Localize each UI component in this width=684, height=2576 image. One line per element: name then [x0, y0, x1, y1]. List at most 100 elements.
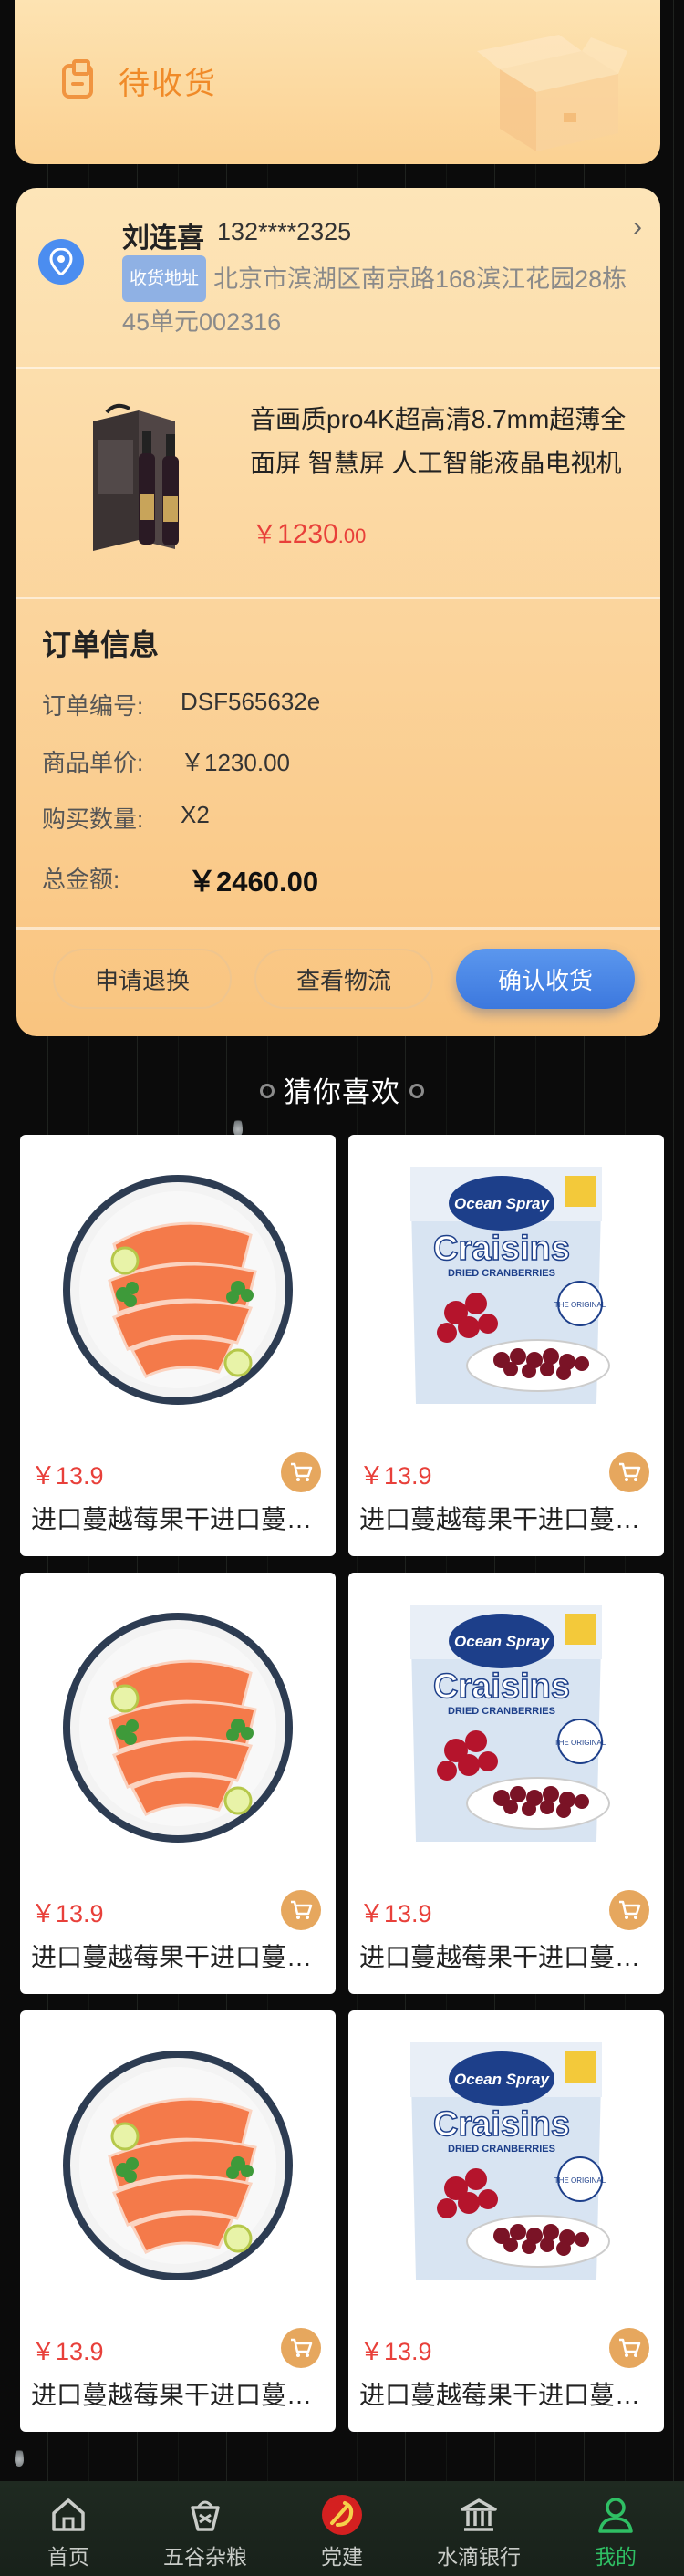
product-card-price: ￥13.9 [31, 1462, 104, 1490]
product-card-name[interactable]: 进口蔓越莓果干进口蔓越莓果干 [31, 1500, 325, 1536]
home-icon [5, 2492, 132, 2538]
cart-icon [291, 2338, 313, 2357]
product-card[interactable]: ￥13.9 进口蔓越莓果干进口蔓越莓果干 [20, 1573, 336, 1994]
recommend-title: 猜你喜欢 [0, 1069, 684, 1110]
product-card-price: ￥13.9 [359, 1462, 432, 1490]
craisins-product-image: Ocean Spray Craisins DRIED CRANBERRIES T… [410, 1605, 610, 1842]
svg-text:Ocean Spray: Ocean Spray [454, 2071, 550, 2088]
unit-price-label: 商品单价: [42, 749, 144, 776]
bank-icon [415, 2492, 543, 2538]
svg-text:Ocean Spray: Ocean Spray [454, 1195, 550, 1212]
product-card-name[interactable]: 进口蔓越莓果干进口蔓越莓果干 [31, 1937, 325, 1974]
tab-party[interactable]: 党建 [278, 2481, 406, 2571]
product-thumb[interactable]: Ocean Spray Craisins DRIED CRANBERRIES T… [348, 1573, 664, 1883]
cart-icon [619, 1462, 641, 1481]
address-block[interactable]: 收货地址 北京市滨湖区南京路168滨江花园28栋45单元002316 [122, 255, 651, 343]
product-card-name[interactable]: 进口蔓越莓果干进口蔓越莓果干 [31, 2375, 325, 2412]
divider [16, 927, 660, 930]
total-label: 总金额: [42, 866, 120, 893]
tab-label: 我的 [595, 2545, 637, 2569]
product-thumb[interactable]: Ocean Spray Craisins DRIED CRANBERRIES T… [348, 1135, 664, 1445]
order-detail-card: 刘连喜 132****2325 › 收货地址 北京市滨湖区南京路168滨江花园28… [16, 188, 660, 1036]
salmon-product-image [63, 1175, 293, 1405]
chevron-right-icon[interactable]: › [633, 212, 642, 243]
total-row: 总金额: ￥2460.00 [42, 861, 318, 898]
product-card-price: ￥13.9 [31, 2338, 104, 2365]
confirm-receipt-button[interactable]: 确认收货 [456, 949, 635, 1009]
svg-text:DRIED CRANBERRIES: DRIED CRANBERRIES [448, 1268, 555, 1279]
price-integer: 1230 [277, 519, 338, 549]
quantity-label: 购买数量: [42, 805, 144, 833]
bottom-tab-bar: 首页 五谷杂粮 党建 水滴银行 我的 [0, 2481, 684, 2576]
ornament-icon [409, 1084, 424, 1098]
add-to-cart-button[interactable] [609, 1890, 649, 1930]
product-thumb[interactable] [20, 2010, 336, 2321]
product-thumb[interactable] [20, 1135, 336, 1445]
svg-text:Ocean Spray: Ocean Spray [454, 1633, 550, 1650]
quantity-value: X2 [181, 801, 210, 828]
order-number-label: 订单编号: [42, 692, 144, 720]
divider [16, 367, 660, 369]
cart-icon [291, 1462, 313, 1481]
product-card[interactable]: Ocean Spray Craisins DRIED CRANBERRIES T… [348, 2010, 664, 2432]
user-icon [552, 2492, 679, 2538]
product-card-name[interactable]: 进口蔓越莓果干进口蔓越莓果干 [359, 1500, 653, 1536]
cart-icon [619, 2338, 641, 2357]
product-card-price: ￥13.9 [31, 1900, 104, 1927]
add-to-cart-button[interactable] [609, 1452, 649, 1492]
product-image[interactable] [75, 403, 230, 558]
quantity-row: 购买数量: X2 [42, 801, 210, 835]
product-thumb[interactable]: Ocean Spray Craisins DRIED CRANBERRIES T… [348, 2010, 664, 2321]
product-card[interactable]: Ocean Spray Craisins DRIED CRANBERRIES T… [348, 1135, 664, 1556]
svg-text:DRIED CRANBERRIES: DRIED CRANBERRIES [448, 1706, 555, 1717]
svg-text:THE ORIGINAL: THE ORIGINAL [554, 1739, 606, 1747]
refund-button[interactable]: 申请退换 [53, 949, 232, 1009]
product-card[interactable]: ￥13.9 进口蔓越莓果干进口蔓越莓果干 [20, 2010, 336, 2432]
product-card-name[interactable]: 进口蔓越莓果干进口蔓越莓果干 [359, 1937, 653, 1974]
ornament-icon [260, 1084, 275, 1098]
package-box-icon [477, 35, 627, 151]
total-value: ￥2460.00 [188, 866, 319, 898]
product-card[interactable]: Ocean Spray Craisins DRIED CRANBERRIES T… [348, 1573, 664, 1994]
add-to-cart-button[interactable] [281, 2328, 321, 2368]
tab-mine[interactable]: 我的 [552, 2481, 679, 2571]
recommend-title-text: 猜你喜欢 [284, 1076, 400, 1108]
tab-bank[interactable]: 水滴银行 [415, 2481, 543, 2571]
recipient-phone: 132****2325 [217, 218, 352, 245]
water-drop [15, 2446, 24, 2467]
tab-label: 党建 [321, 2545, 363, 2569]
add-to-cart-button[interactable] [281, 1890, 321, 1930]
order-status-banner: 待收货 [15, 0, 660, 164]
tab-label: 水滴银行 [437, 2545, 521, 2569]
product-card-price: ￥13.9 [359, 1900, 432, 1927]
order-info-title: 订单信息 [42, 628, 160, 661]
order-status-label: 待收货 [119, 67, 217, 101]
price-decimal: .00 [337, 525, 367, 547]
tab-label: 首页 [47, 2545, 89, 2569]
grain-icon [141, 2492, 269, 2538]
product-thumb[interactable] [20, 1573, 336, 1883]
svg-text:THE ORIGINAL: THE ORIGINAL [554, 1301, 606, 1309]
view-logistics-button[interactable]: 查看物流 [254, 949, 433, 1009]
add-to-cart-button[interactable] [281, 1452, 321, 1492]
svg-text:Craisins: Craisins [433, 1667, 570, 1706]
product-card-price: ￥13.9 [359, 2338, 432, 2365]
unit-price-value: ￥1230.00 [181, 749, 290, 776]
cart-icon [291, 1900, 313, 1919]
craisins-product-image: Ocean Spray Craisins DRIED CRANBERRIES T… [410, 1167, 610, 1404]
product-card-name[interactable]: 进口蔓越莓果干进口蔓越莓果干 [359, 2375, 653, 2412]
salmon-product-image [63, 2051, 293, 2280]
tab-grains[interactable]: 五谷杂粮 [141, 2481, 269, 2571]
craisins-product-image: Ocean Spray Craisins DRIED CRANBERRIES T… [410, 2042, 610, 2280]
tab-home[interactable]: 首页 [5, 2481, 132, 2571]
add-to-cart-button[interactable] [609, 2328, 649, 2368]
tab-label: 五谷杂粮 [163, 2545, 247, 2569]
party-emblem-icon [278, 2492, 406, 2538]
svg-text:DRIED CRANBERRIES: DRIED CRANBERRIES [448, 2144, 555, 2155]
svg-text:Craisins: Craisins [433, 2105, 570, 2144]
product-card[interactable]: ￥13.9 进口蔓越莓果干进口蔓越莓果干 [20, 1135, 336, 1556]
price-currency: ￥ [252, 520, 278, 548]
product-title[interactable]: 音画质pro4K超高清8.7mm超薄全面屏 智慧屏 人工智能液晶电视机 [250, 398, 651, 485]
salmon-product-image [63, 1613, 293, 1843]
order-number-value: DSF565632e [181, 688, 321, 715]
